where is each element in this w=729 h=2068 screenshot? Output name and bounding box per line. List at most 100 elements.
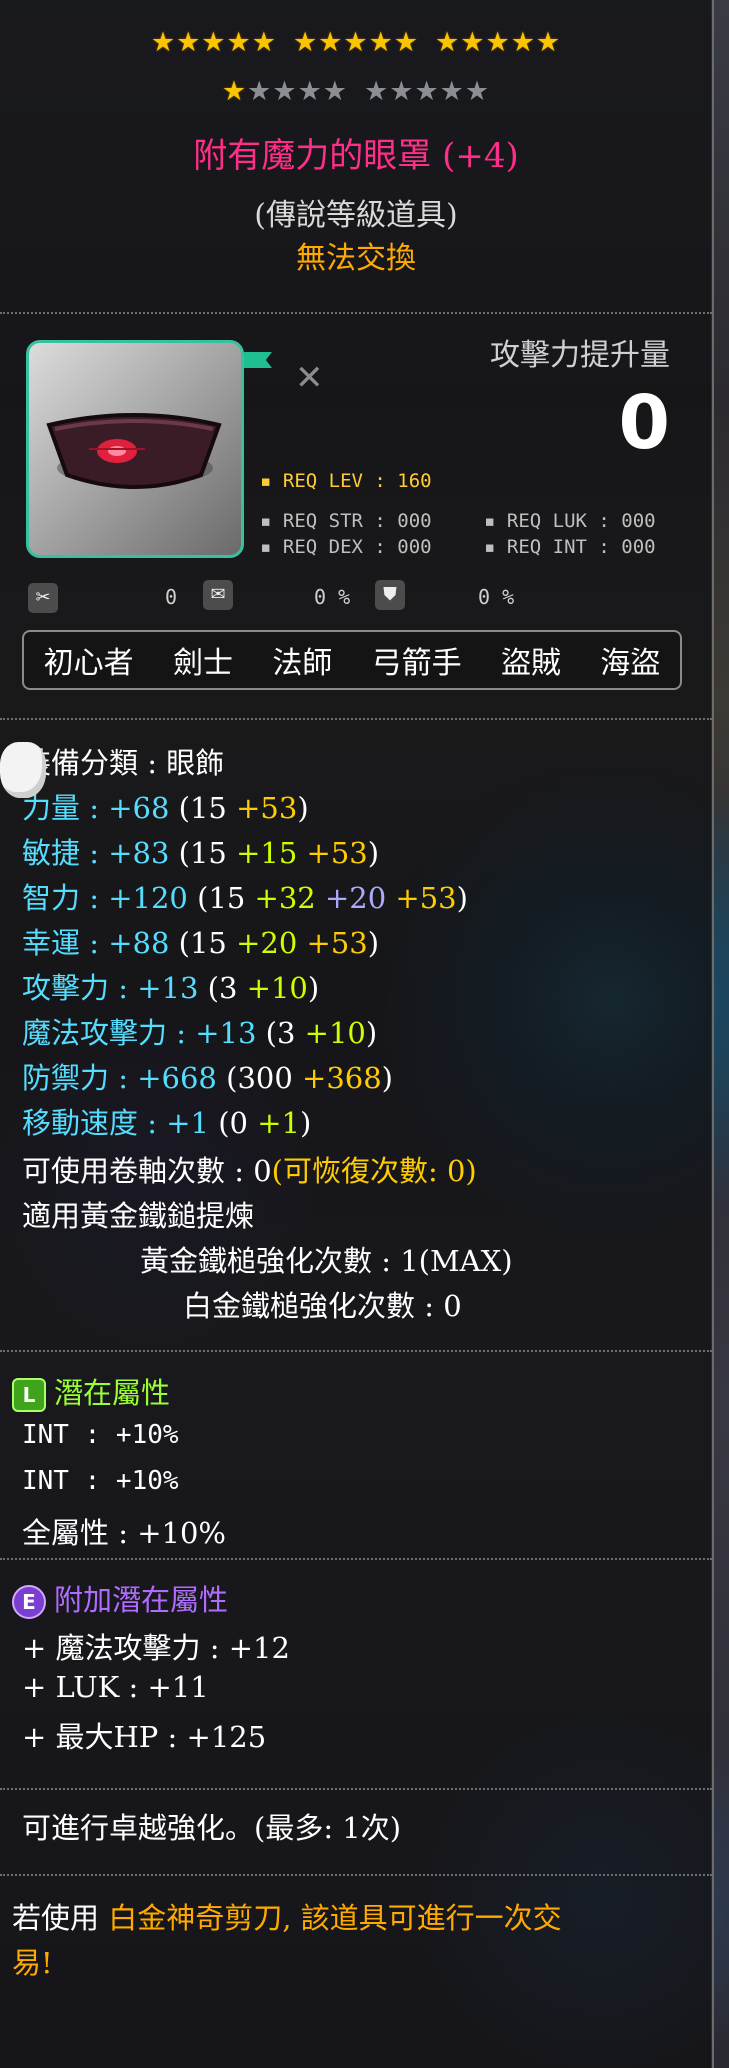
- transcend-note: 可進行卓越強化。(最多: 1次): [22, 1811, 402, 1845]
- stat-starforce: +53: [386, 881, 457, 915]
- star-filled-icon: ★: [343, 27, 369, 58]
- stat-close: ): [367, 836, 380, 870]
- stat-base: 0: [229, 1106, 248, 1140]
- stat-label: 魔法攻擊力: [22, 1016, 168, 1050]
- star-filled-icon: ★: [226, 27, 252, 58]
- equip-category-value: 眼飾: [166, 746, 225, 780]
- stat-space: [209, 1106, 218, 1140]
- stat-total: +1: [166, 1106, 209, 1140]
- plat-hammer-count: 白金鐵槌強化次數 : 0: [183, 1289, 462, 1323]
- stat-total: +13: [195, 1016, 257, 1050]
- job-beginner: 初心者: [43, 646, 134, 681]
- stat-space: [169, 791, 178, 825]
- star-empty-icon: ★: [364, 76, 390, 107]
- hammer-applied: 適用黃金鐵鎚提煉: [22, 1199, 255, 1233]
- stat-space: [169, 926, 178, 960]
- bonus-potential-line-1: + 魔法攻擊力 : +12: [22, 1631, 290, 1665]
- cut-scissor-icon: ✂: [28, 583, 58, 613]
- star-filled-icon: ★: [510, 27, 536, 58]
- stat-label: 幸運: [22, 926, 81, 960]
- stat-close: ): [381, 1061, 393, 1095]
- stat-total: +68: [108, 791, 170, 825]
- stat-line: 魔法攻擊力 : +13 (3 +10): [22, 1010, 377, 1052]
- stat-bonus: +15: [226, 836, 298, 870]
- star-force-row-2: ★★★★★ ★★★★★: [0, 76, 712, 108]
- stat-base: 15: [208, 881, 246, 915]
- stat-space: [217, 1061, 226, 1095]
- attack-boost-value: 0: [618, 380, 671, 466]
- epic-badge-icon: E: [12, 1585, 46, 1619]
- stat-close: ): [456, 881, 468, 915]
- stat-open: (: [178, 926, 190, 960]
- star-empty-icon: ★: [297, 76, 323, 107]
- stat-sep: :: [109, 1061, 138, 1095]
- stat-sep: :: [138, 1106, 167, 1140]
- stat-starforce: +368: [292, 1061, 382, 1095]
- stat-sep: :: [80, 836, 109, 870]
- eyepatch-icon: [46, 413, 222, 489]
- stat-close: ): [307, 971, 320, 1005]
- stat-open: (: [207, 971, 219, 1005]
- scissors-suffix: , 該道具可進行一次交: [282, 1901, 562, 1935]
- scroll-recover: (可恢復次數: 0): [271, 1154, 477, 1188]
- divider: [0, 1788, 712, 1790]
- item-name: 附有魔力的眼罩 (+4): [193, 136, 519, 176]
- job-magician: 法師: [272, 646, 333, 681]
- item-grade: (傳說等級道具): [254, 198, 458, 233]
- stat-sep: :: [80, 791, 109, 825]
- stat-space: [188, 881, 197, 915]
- job-pirate: 海盜: [600, 646, 661, 681]
- stat-base: 3: [218, 971, 238, 1005]
- item-tooltip: ★★★★★ ★★★★★ ★★★★★ ★★★★★ ★★★★★ 附有魔力的眼罩 (+4) …: [0, 0, 714, 2068]
- gold-hammer-count: 黃金鐵槌強化次數 : 1(MAX): [140, 1244, 513, 1278]
- equip-category-sep: :: [138, 746, 167, 780]
- stat-sep: :: [167, 1016, 196, 1050]
- req-luk: ▪ REQ LUK : 000: [484, 510, 656, 532]
- star-empty-icon: ★: [389, 76, 415, 107]
- divider: [0, 1558, 712, 1560]
- star-force-row-1: ★★★★★ ★★★★★ ★★★★★: [0, 27, 712, 59]
- star-filled-icon: ★: [176, 27, 202, 58]
- star-filled-icon: ★: [292, 27, 319, 58]
- potential-line-2: INT : +10%: [22, 1466, 179, 1496]
- stat-total: +668: [137, 1061, 217, 1095]
- star-filled-icon: ★: [485, 27, 511, 58]
- req-str: ▪ REQ STR : 000: [260, 510, 432, 532]
- job-requirement-bar: 初心者 劍士 法師 弓箭手 盜賊 海盜: [22, 630, 682, 690]
- bonus-potential-line-2: + LUK : +11: [22, 1670, 209, 1704]
- bonus-potential-title: 附加潛在屬性: [54, 1583, 229, 1617]
- stat-line: 幸運 : +88 (15 +20 +53): [22, 920, 379, 962]
- stat-starforce: +53: [226, 791, 298, 825]
- star-filled-icon: ★: [435, 27, 461, 58]
- stat-bonus: +32: [245, 881, 316, 915]
- divider: [0, 718, 712, 720]
- star-filled-icon: ★: [318, 27, 344, 58]
- stat-total: +13: [137, 971, 199, 1005]
- stat-base: 3: [276, 1016, 296, 1050]
- stat-open: (: [197, 881, 209, 915]
- slot-b-value: 0 %: [314, 585, 351, 609]
- stat-line: 攻擊力 : +13 (3 +10): [22, 965, 319, 1007]
- stat-close: ): [297, 791, 309, 825]
- stat-open: (: [265, 1016, 277, 1050]
- stat-base: 15: [189, 836, 227, 870]
- bonus-potential-header: E 附加潛在屬性: [12, 1577, 228, 1619]
- stat-label: 敏捷: [22, 836, 81, 870]
- cursor-glove-icon: [0, 742, 46, 798]
- stat-line: 防禦力 : +668 (300 +368): [22, 1055, 393, 1097]
- mail-icon: ✉: [203, 580, 233, 610]
- star-empty-icon: ★: [247, 76, 273, 107]
- star-filled-icon: ★: [460, 27, 486, 58]
- stat-base: 15: [189, 791, 227, 825]
- trade-status: 無法交換: [296, 241, 416, 276]
- stat-bonus: +10: [295, 1016, 366, 1050]
- req-level: ▪ REQ LEV : 160: [260, 470, 432, 492]
- stat-sep: :: [109, 971, 138, 1005]
- potential-line-3: 全屬性 : +10%: [22, 1516, 226, 1550]
- close-icon[interactable]: ✕: [295, 358, 324, 398]
- req-int: ▪ REQ INT : 000: [484, 536, 656, 558]
- legendary-badge-icon: L: [12, 1378, 46, 1412]
- attack-boost-label: 攻擊力提升量: [490, 338, 670, 373]
- stat-label: 防禦力: [22, 1061, 110, 1095]
- star-filled-icon: ★: [201, 27, 227, 58]
